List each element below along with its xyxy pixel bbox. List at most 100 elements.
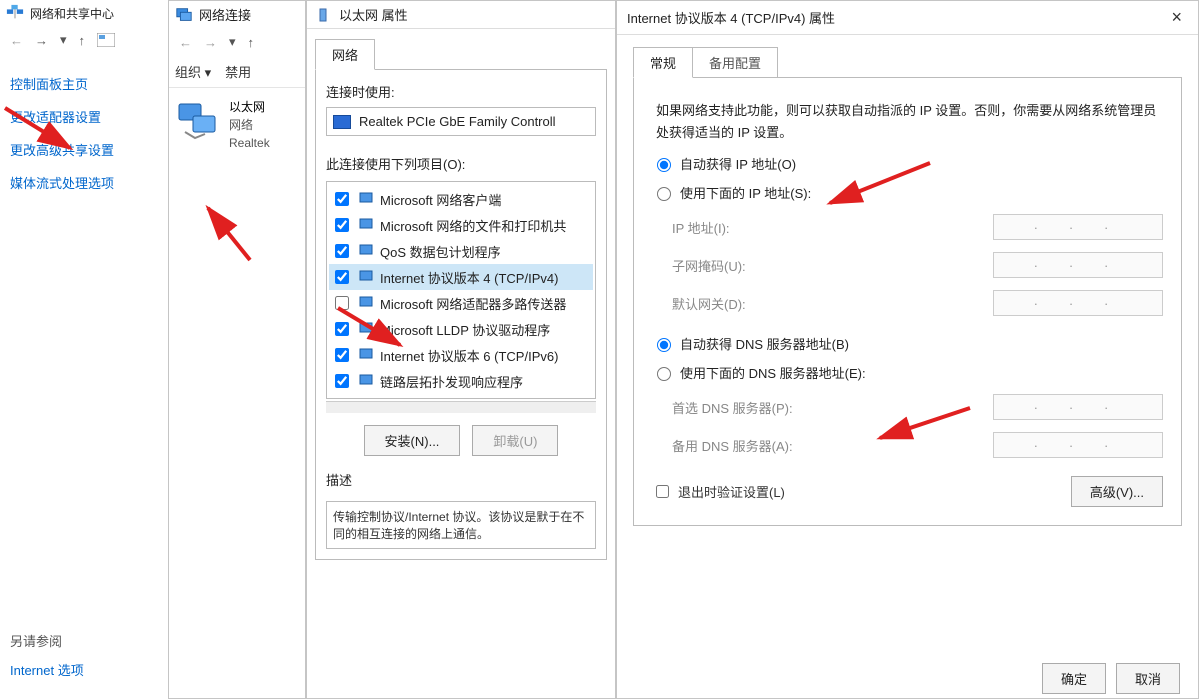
intro-text: 如果网络支持此功能，则可以获取自动指派的 IP 设置。否则，你需要从网络系统管理… — [656, 100, 1159, 144]
nav-up[interactable]: ↑ — [248, 35, 255, 50]
item-label: QoS 数据包计划程序 — [380, 242, 501, 261]
p3-header: 以太网 属性 — [307, 1, 615, 29]
list-item[interactable]: Microsoft 网络适配器多路传送器 — [329, 290, 593, 316]
tab-network[interactable]: 网络 — [315, 39, 375, 70]
item-checkbox[interactable] — [335, 218, 349, 232]
link-advanced-sharing[interactable]: 更改高级共享设置 — [10, 140, 158, 159]
component-icon — [358, 294, 374, 313]
item-label: Microsoft 网络适配器多路传送器 — [380, 294, 566, 313]
item-checkbox[interactable] — [335, 244, 349, 258]
item-label: Internet 协议版本 4 (TCP/IPv4) — [380, 268, 558, 287]
list-item[interactable]: Microsoft LLDP 协议驱动程序 — [329, 316, 593, 342]
p1-see-also: 另请参阅 Internet 选项 — [10, 631, 84, 689]
item-label: Internet 协议版本 6 (TCP/IPv6) — [380, 346, 558, 365]
radio-auto-dns[interactable]: 自动获得 DNS 服务器地址(B) — [652, 334, 1163, 353]
link-adapter-settings[interactable]: 更改适配器设置 — [10, 107, 158, 126]
network-sharing-center: 网络和共享中心 ← → ▾ ↑ 控制面板主页 更改适配器设置 更改高级共享设置 … — [0, 0, 168, 699]
ethernet-properties: 以太网 属性 网络 连接时使用: Realtek PCIe GbE Family… — [306, 0, 616, 699]
radio-auto-ip-label: 自动获得 IP 地址(O) — [680, 154, 796, 173]
item-checkbox[interactable] — [335, 192, 349, 206]
dns2-input: . . . — [993, 432, 1163, 458]
radio-auto-ip[interactable]: 自动获得 IP 地址(O) — [652, 154, 1163, 173]
component-icon — [358, 242, 374, 261]
desc-text: 传输控制协议/Internet 协议。该协议是默于在不同的相互连接的网络上通信。 — [326, 501, 596, 549]
p2-toolbar: 组织 ▾ 禁用 — [169, 56, 305, 88]
item-checkbox[interactable] — [335, 374, 349, 388]
nic-icon — [333, 115, 351, 129]
p2-nav: ← → ▾ ↑ — [169, 28, 305, 56]
cancel-button[interactable]: 取消 — [1116, 663, 1180, 694]
ethernet-adapter[interactable]: 以太网 网络 Realtek — [169, 88, 305, 162]
validate-checkbox-input[interactable] — [656, 485, 669, 498]
nav-fwd[interactable]: → — [35, 33, 48, 48]
tcpip-properties: Internet 协议版本 4 (TCP/IPv4) 属性 × 常规 备用配置 … — [616, 0, 1199, 699]
p3-title: 以太网 属性 — [339, 5, 408, 24]
list-item[interactable]: QoS 数据包计划程序 — [329, 238, 593, 264]
p2-title: 网络连接 — [199, 5, 251, 24]
list-item[interactable]: 链路层拓扑发现响应程序 — [329, 368, 593, 394]
p1-header: 网络和共享中心 — [0, 0, 168, 26]
uninstall-button: 卸载(U) — [472, 425, 558, 456]
adapter-device: Realtek — [229, 134, 270, 152]
item-checkbox[interactable] — [335, 296, 349, 310]
validate-checkbox[interactable]: 退出时验证设置(L) — [652, 482, 785, 501]
list-item[interactable]: Internet 协议版本 6 (TCP/IPv6) — [329, 342, 593, 368]
nav-back[interactable]: ← — [179, 35, 192, 50]
advanced-button[interactable]: 高级(V)... — [1071, 476, 1163, 507]
radio-use-ip[interactable]: 使用下面的 IP 地址(S): — [652, 183, 1163, 202]
adapter-network: 网络 — [229, 116, 270, 134]
ok-button[interactable]: 确定 — [1042, 663, 1106, 694]
disable-btn[interactable]: 禁用 — [225, 62, 251, 81]
radio-use-dns-input[interactable] — [657, 367, 671, 381]
mask-label: 子网掩码(U): — [672, 256, 746, 275]
nav-fwd[interactable]: → — [204, 35, 217, 50]
component-icon — [358, 320, 374, 339]
radio-use-dns[interactable]: 使用下面的 DNS 服务器地址(E): — [652, 363, 1163, 382]
network-center-icon — [6, 4, 24, 22]
p2-header: 网络连接 — [169, 1, 305, 28]
organize-menu[interactable]: 组织 ▾ — [175, 62, 211, 81]
p4-title: Internet 协议版本 4 (TCP/IPv4) 属性 — [627, 8, 835, 27]
component-icon — [358, 216, 374, 235]
close-icon[interactable]: × — [1165, 7, 1188, 28]
address-icon — [97, 33, 115, 47]
device-field: Realtek PCIe GbE Family Controll — [326, 107, 596, 136]
component-icon — [358, 346, 374, 365]
radio-use-ip-label: 使用下面的 IP 地址(S): — [680, 183, 811, 202]
component-icon — [358, 372, 374, 391]
link-media-streaming[interactable]: 媒体流式处理选项 — [10, 173, 158, 192]
install-button[interactable]: 安装(N)... — [364, 425, 461, 456]
see-also-label: 另请参阅 — [10, 634, 62, 649]
nav-up[interactable]: ↑ — [79, 33, 86, 48]
item-checkbox[interactable] — [335, 348, 349, 362]
dns1-input: . . . — [993, 394, 1163, 420]
link-internet-options[interactable]: Internet 选项 — [10, 660, 84, 679]
dns1-label: 首选 DNS 服务器(P): — [672, 398, 793, 417]
scrollbar-h[interactable] — [326, 401, 596, 413]
nav-back[interactable]: ← — [10, 33, 23, 48]
dns2-label: 备用 DNS 服务器(A): — [672, 436, 793, 455]
desc-title: 描述 — [326, 470, 596, 489]
desc-fieldset: 描述 传输控制协议/Internet 协议。该协议是默于在不同的相互连接的网络上… — [326, 470, 596, 549]
item-checkbox[interactable] — [335, 322, 349, 336]
link-cp-home[interactable]: 控制面板主页 — [10, 74, 158, 93]
mask-input: . . . — [993, 252, 1163, 278]
ip-label: IP 地址(I): — [672, 218, 730, 237]
ip-input: . . . — [993, 214, 1163, 240]
list-item[interactable]: Microsoft 网络客户端 — [329, 186, 593, 212]
gw-label: 默认网关(D): — [672, 294, 746, 313]
network-connections: 网络连接 ← → ▾ ↑ 组织 ▾ 禁用 以太网 网络 Realtek — [168, 0, 306, 699]
gw-input: . . . — [993, 290, 1163, 316]
radio-use-ip-input[interactable] — [657, 187, 671, 201]
p1-title: 网络和共享中心 — [30, 5, 114, 22]
p1-links: 控制面板主页 更改适配器设置 更改高级共享设置 媒体流式处理选项 — [0, 54, 168, 212]
radio-auto-dns-input[interactable] — [657, 338, 671, 352]
list-item[interactable]: Microsoft 网络的文件和打印机共 — [329, 212, 593, 238]
tab-general[interactable]: 常规 — [633, 47, 693, 78]
item-checkbox[interactable] — [335, 270, 349, 284]
tab-alternate[interactable]: 备用配置 — [693, 47, 778, 78]
item-label: 链路层拓扑发现响应程序 — [380, 372, 523, 391]
radio-auto-ip-input[interactable] — [657, 158, 671, 172]
radio-use-dns-label: 使用下面的 DNS 服务器地址(E): — [680, 363, 866, 382]
list-item[interactable]: Internet 协议版本 4 (TCP/IPv4) — [329, 264, 593, 290]
